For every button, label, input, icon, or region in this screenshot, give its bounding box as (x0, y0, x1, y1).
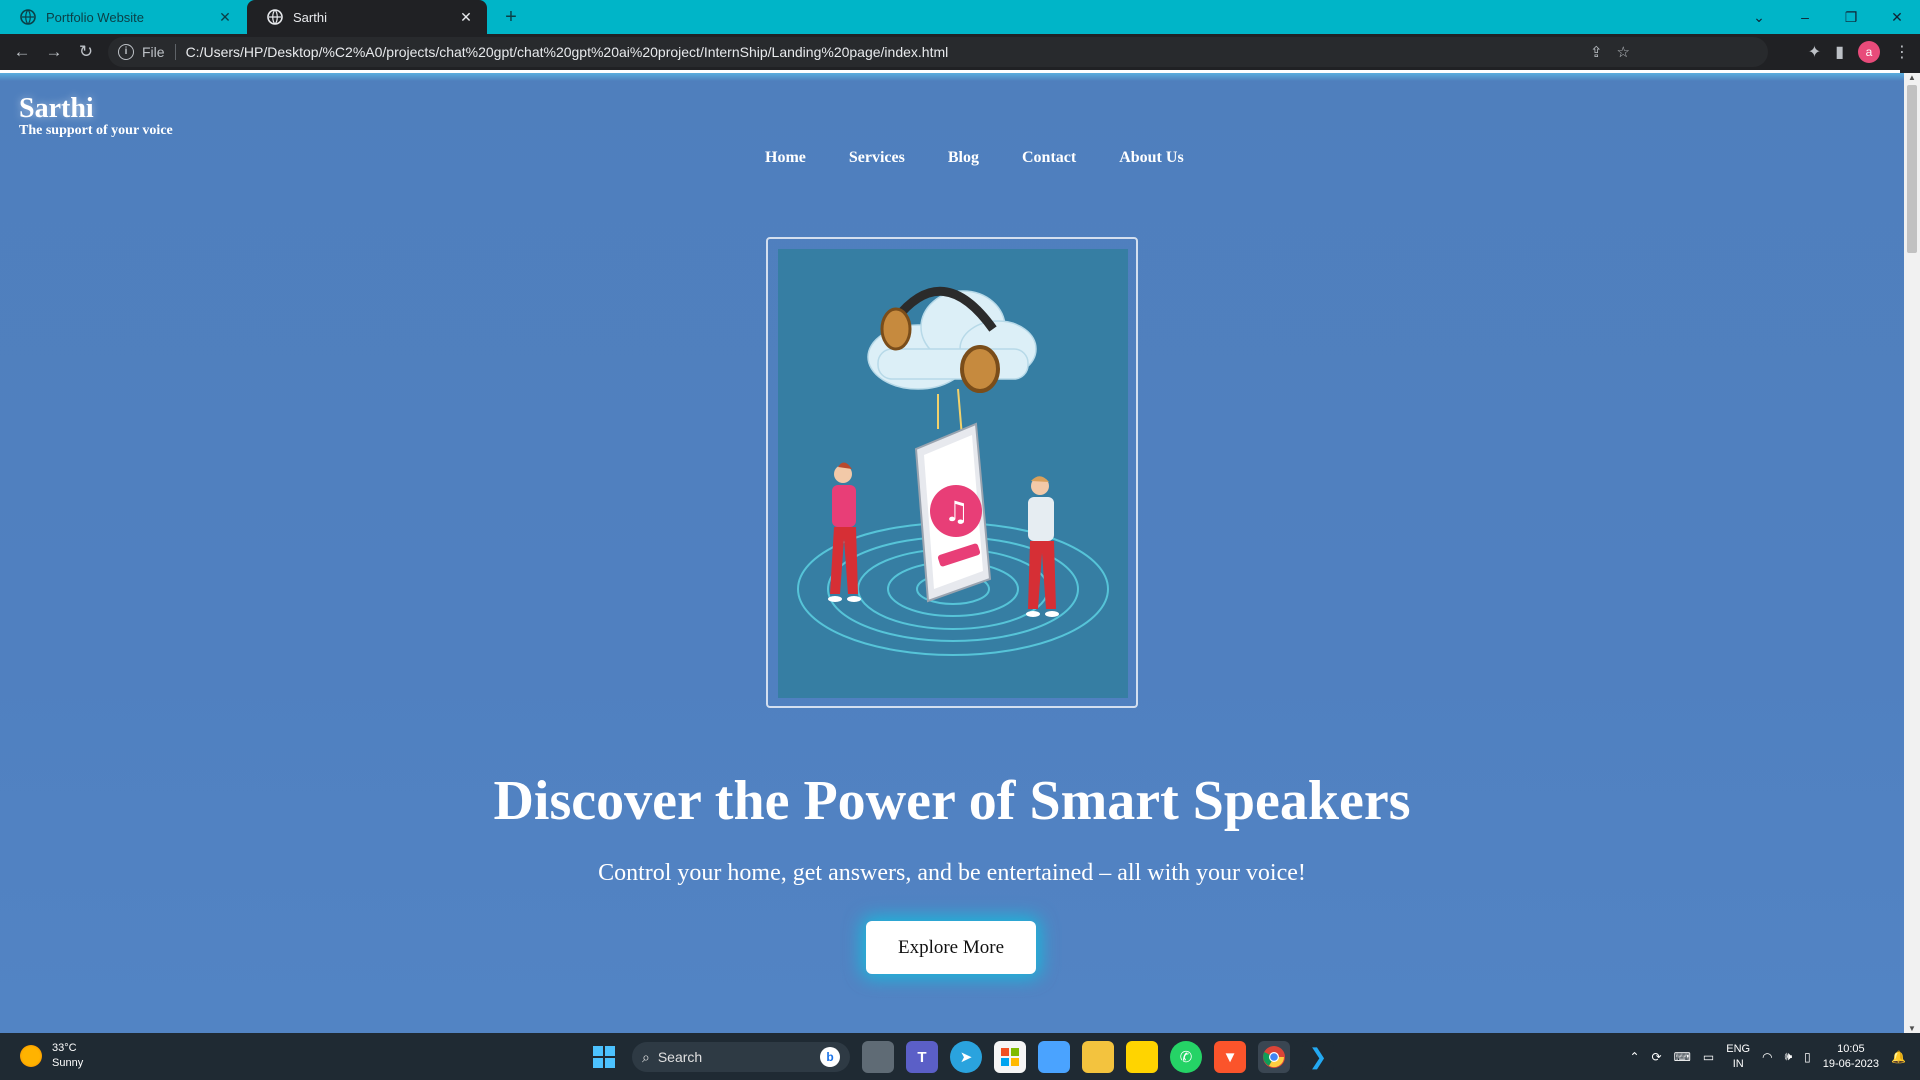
extensions-puzzle-icon[interactable]: ✦ (1808, 42, 1821, 62)
nav-home[interactable]: Home (765, 149, 806, 167)
start-icon[interactable] (588, 1041, 620, 1073)
sun-icon (20, 1045, 42, 1067)
side-panel-icon[interactable]: ▮ (1835, 42, 1844, 62)
region-code: IN (1732, 1057, 1744, 1070)
toolbar-actions: ✦ ▮ a ⋮ (1808, 34, 1910, 70)
browser-toolbar: ← → ↻ i File C:/Users/HP/Desktop/%C2%A0/… (0, 34, 1920, 70)
tab-portfolio-website[interactable]: Portfolio Website ✕ (0, 0, 246, 34)
language-indicator[interactable]: ENG IN (1726, 1042, 1750, 1072)
search-icon: ⌕ (642, 1048, 650, 1065)
menu-kebab-icon[interactable]: ⋮ (1894, 42, 1910, 62)
url-scheme-label: File (142, 44, 176, 60)
language-code: ENG (1726, 1042, 1751, 1055)
scrollbar-thumb[interactable] (1907, 85, 1917, 253)
address-bar[interactable]: i File C:/Users/HP/Desktop/%C2%A0/projec… (108, 37, 1768, 67)
telegram-icon[interactable]: ➤ (950, 1041, 982, 1073)
nav-services[interactable]: Services (849, 149, 905, 167)
omnibox-actions: ⇪ ☆ (1590, 37, 1630, 67)
task-view-icon[interactable] (862, 1041, 894, 1073)
clock[interactable]: 10:05 19-06-2023 (1823, 1042, 1879, 1072)
share-icon[interactable]: ⇪ (1590, 43, 1603, 61)
main-nav: Home Services Blog Contact About Us (765, 149, 1184, 167)
nav-contact[interactable]: Contact (1022, 149, 1076, 167)
nav-about-us[interactable]: About Us (1119, 149, 1183, 167)
reload-icon[interactable]: ↻ (70, 36, 102, 68)
close-window-button[interactable]: ✕ (1874, 9, 1920, 26)
scroll-down-icon[interactable]: ▼ (1904, 1024, 1920, 1033)
profile-avatar[interactable]: a (1858, 41, 1880, 63)
tab-search-icon[interactable]: ⌄ (1736, 9, 1782, 26)
notification-bell-icon[interactable]: 🔔 (1891, 1050, 1906, 1064)
taskbar-apps: ⌕ Search b T ➤ ✆ ▼ ❯ (588, 1039, 1334, 1075)
clock-time: 10:05 (1837, 1042, 1865, 1055)
minimize-button[interactable]: – (1782, 9, 1828, 25)
brave-icon[interactable]: ▼ (1214, 1041, 1246, 1073)
tab-title: Portfolio Website (46, 9, 145, 25)
system-tray: ⌃ ⟳ ⌨ ▭ ENG IN ◠ 🕪 ▯ 10:05 19-06-2023 🔔 (1629, 1033, 1906, 1080)
hero-subline: Control your home, get answers, and be e… (598, 860, 1306, 886)
notepad-icon[interactable] (1038, 1041, 1070, 1073)
header-glow (0, 73, 1904, 81)
vscode-icon[interactable]: ❯ (1302, 1041, 1334, 1073)
weather-condition: Sunny (52, 1057, 84, 1069)
hero-headline: Discover the Power of Smart Speakers (493, 770, 1411, 832)
new-tab-button[interactable]: + (498, 4, 524, 30)
hero-illustration: ♫ (778, 249, 1128, 698)
file-explorer-icon[interactable] (1082, 1041, 1114, 1073)
keyboard-icon[interactable]: ⌨ (1674, 1050, 1691, 1064)
window-controls: ⌄ – ❐ ✕ (1736, 0, 1920, 34)
tab-title: Sarthi (293, 9, 327, 25)
tab-sarthi[interactable]: Sarthi ✕ (247, 0, 487, 34)
restore-button[interactable]: ❐ (1828, 9, 1874, 26)
volume-icon[interactable]: 🕪 (1785, 1049, 1793, 1064)
page-viewport: Sarthi The support of your voice Home Se… (0, 73, 1904, 1033)
chevron-up-icon[interactable]: ⌃ (1629, 1050, 1639, 1064)
scroll-up-icon[interactable]: ▲ (1904, 73, 1920, 82)
nav-blog[interactable]: Blog (948, 149, 979, 167)
taskbar-search[interactable]: ⌕ Search b (632, 1042, 850, 1072)
microsoft-store-icon[interactable] (994, 1041, 1026, 1073)
search-label: Search (657, 1049, 703, 1065)
bing-icon[interactable]: b (820, 1047, 840, 1067)
chrome-icon[interactable] (1258, 1041, 1290, 1073)
page-scrollbar[interactable]: ▲ ▼ (1904, 73, 1920, 1033)
svg-text:♫: ♫ (944, 495, 969, 528)
teams-icon[interactable]: T (906, 1041, 938, 1073)
wifi-icon[interactable]: ◠ (1762, 1050, 1772, 1064)
brand[interactable]: Sarthi The support of your voice (19, 93, 173, 139)
bookmark-star-icon[interactable]: ☆ (1617, 43, 1630, 61)
forward-icon[interactable]: → (38, 36, 70, 68)
weather-text: 33°C Sunny (52, 1041, 83, 1071)
close-tab-icon[interactable]: ✕ (216, 9, 234, 26)
globe-icon (267, 9, 283, 25)
url-text[interactable]: C:/Users/HP/Desktop/%C2%A0/projects/chat… (186, 44, 949, 60)
whatsapp-icon[interactable]: ✆ (1170, 1041, 1202, 1073)
brand-tagline: The support of your voice (19, 123, 173, 138)
sticky-notes-icon[interactable] (1126, 1041, 1158, 1073)
back-icon[interactable]: ← (6, 36, 38, 68)
clock-date: 19-06-2023 (1822, 1057, 1880, 1070)
weather-temp: 33°C (52, 1042, 77, 1054)
brand-name: Sarthi (19, 93, 94, 124)
smart-speaker-illustration: ♫ (797, 287, 1109, 656)
browser-tab-strip: Portfolio Website ✕ Sarthi ✕ + ⌄ – ❐ ✕ (0, 0, 1920, 34)
display-icon[interactable]: ▭ (1703, 1050, 1714, 1064)
taskbar: 33°C Sunny ⌕ Search b T ➤ ✆ ▼ ❯ ⌃ ⟳ ⌨ ▭ (0, 1033, 1920, 1080)
explore-more-button[interactable]: Explore More (866, 921, 1036, 974)
site-info-icon[interactable]: i (118, 44, 134, 60)
sync-icon[interactable]: ⟳ (1652, 1050, 1662, 1064)
weather-widget[interactable]: 33°C Sunny (20, 1041, 83, 1071)
close-tab-icon[interactable]: ✕ (457, 9, 475, 26)
battery-icon[interactable]: ▯ (1804, 1050, 1811, 1064)
globe-icon (20, 9, 36, 25)
hero-image-frame: ♫ (766, 237, 1138, 708)
